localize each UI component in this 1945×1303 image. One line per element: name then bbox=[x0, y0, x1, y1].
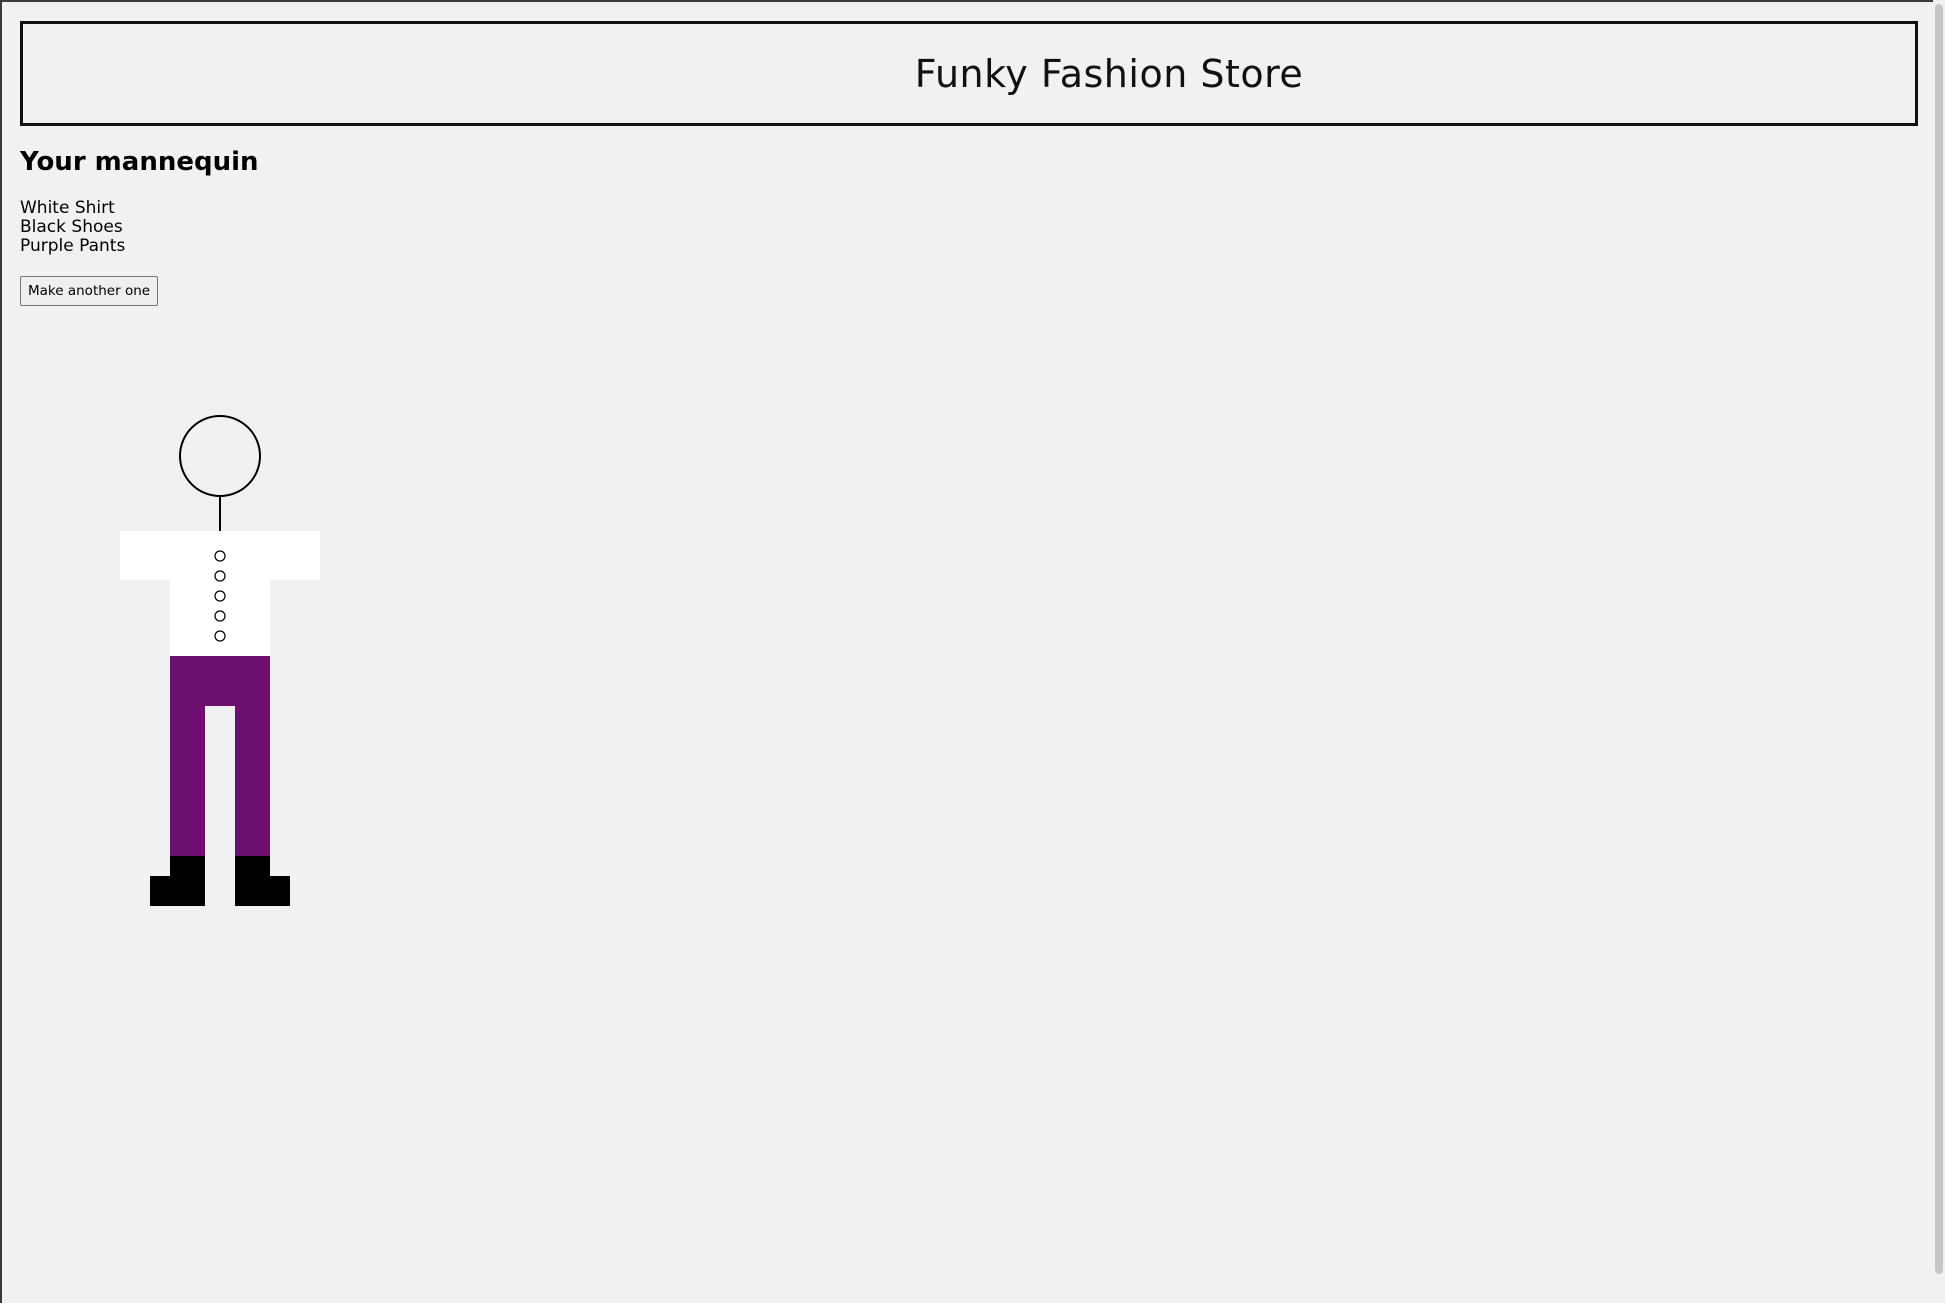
pants bbox=[170, 656, 270, 856]
shirt-button bbox=[214, 630, 226, 642]
outfit-item-shirt: White Shirt bbox=[20, 198, 115, 218]
outfit-list: White Shirt Black Shoes Purple Pants bbox=[20, 199, 125, 256]
shirt-button bbox=[214, 590, 226, 602]
make-another-button[interactable]: Make another one bbox=[20, 276, 159, 306]
vertical-scrollbar[interactable] bbox=[1933, 0, 1945, 1303]
pants-left-leg bbox=[170, 656, 205, 856]
right-shoe-upper bbox=[235, 856, 270, 876]
shirt-button bbox=[214, 610, 226, 622]
left-shoe-sole bbox=[150, 876, 205, 906]
pants-right-leg bbox=[235, 656, 270, 856]
scrollbar-thumb[interactable] bbox=[1935, 4, 1943, 1274]
mannequin-heading: Your mannequin bbox=[20, 147, 259, 177]
store-header: Funky Fashion Store bbox=[20, 21, 1918, 126]
left-shoe-upper bbox=[170, 856, 205, 876]
store-title: Funky Fashion Store bbox=[914, 51, 1304, 96]
right-shoe-sole bbox=[235, 876, 290, 906]
shirt-button bbox=[214, 550, 226, 562]
shoes bbox=[150, 856, 290, 906]
shirt-button bbox=[214, 570, 226, 582]
shirt bbox=[120, 531, 320, 656]
mannequin-figure bbox=[120, 415, 320, 906]
outfit-item-shoes: Black Shoes bbox=[20, 217, 123, 237]
outfit-item-pants: Purple Pants bbox=[20, 236, 126, 256]
mannequin-head bbox=[179, 415, 261, 497]
